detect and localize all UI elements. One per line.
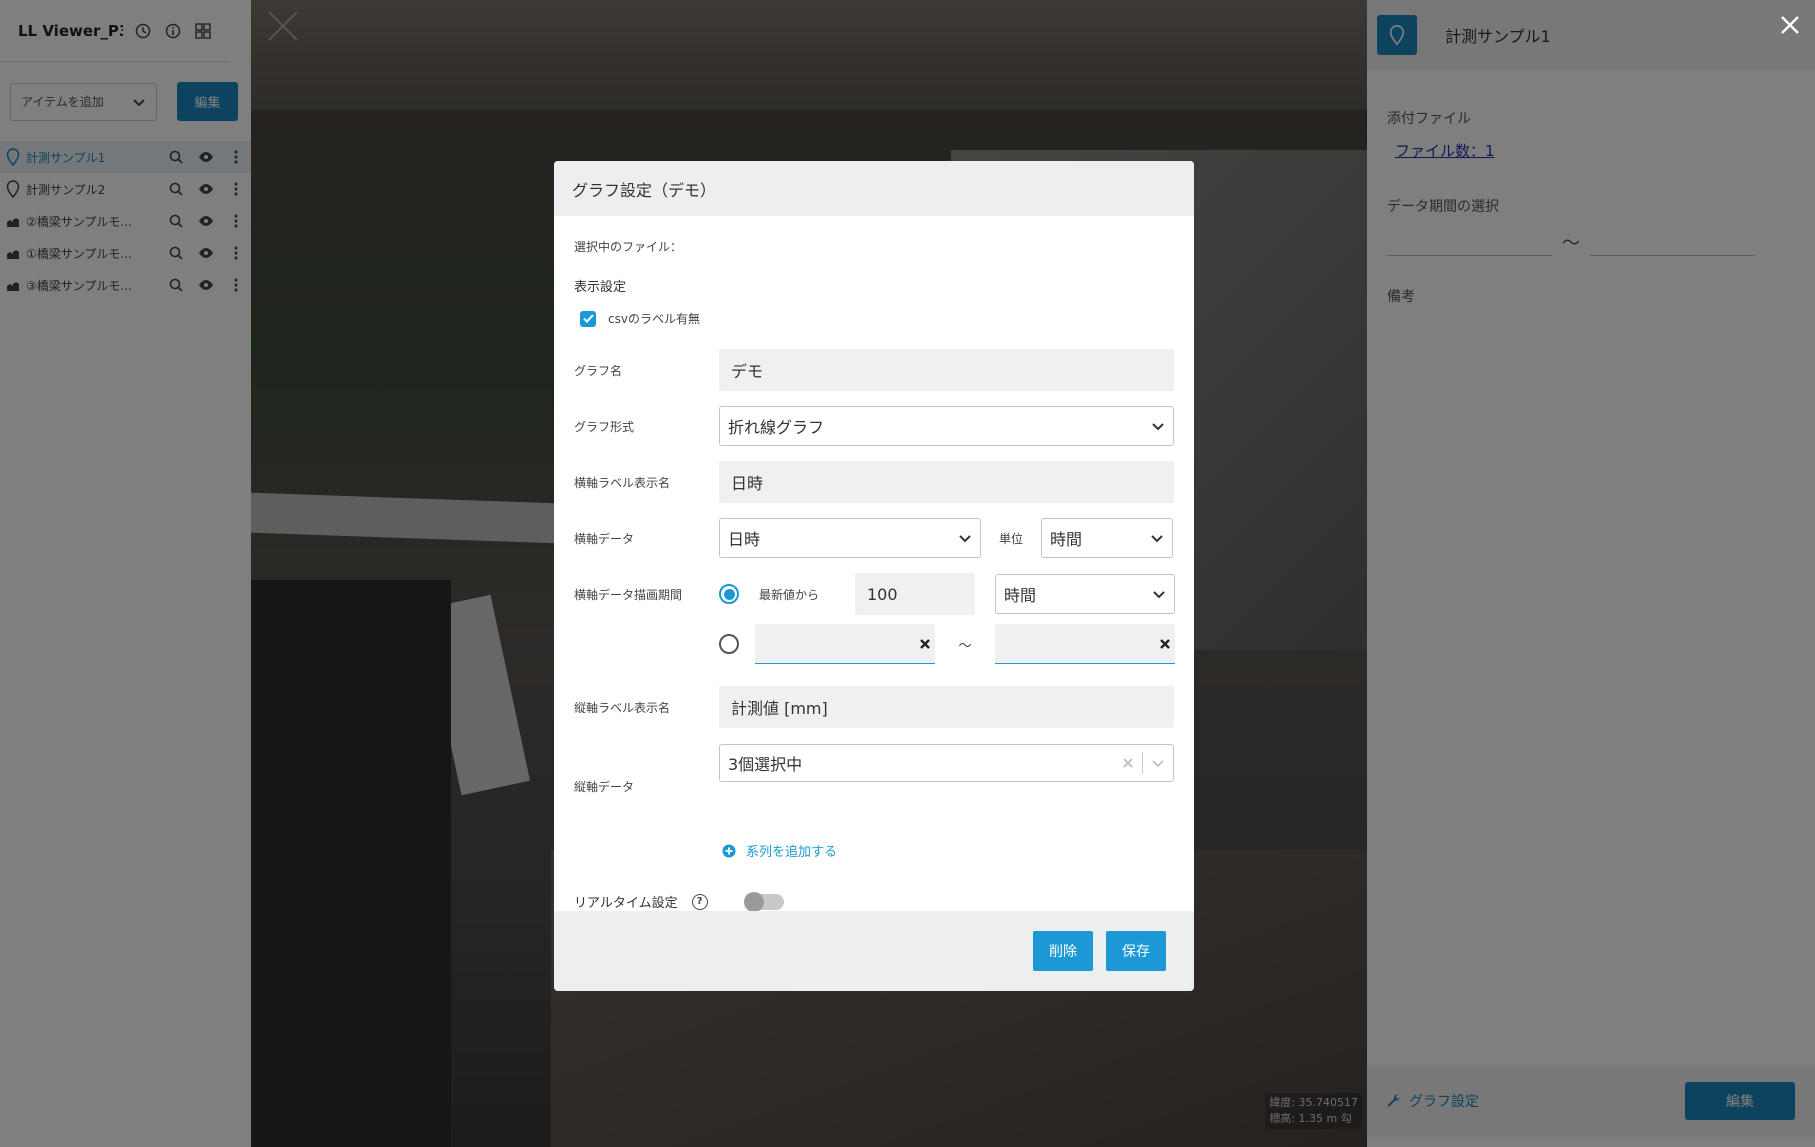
custom-range-row: 〜 bbox=[719, 624, 1175, 664]
csv-label-option[interactable]: csvのラベル有無 bbox=[580, 310, 700, 327]
y-data-row: 縦軸データ 3個選択中 bbox=[574, 744, 1174, 804]
realtime-row: リアルタイム設定 ? bbox=[574, 891, 784, 912]
clear-icon[interactable] bbox=[1159, 638, 1171, 650]
chevron-down-icon bbox=[959, 535, 971, 543]
clear-icon[interactable] bbox=[919, 638, 931, 650]
x-data-row: 横軸データ 日時 単位 時間 bbox=[574, 518, 1173, 558]
unit-value: 時間 bbox=[1050, 530, 1083, 549]
x-label-name-row: 横軸ラベル表示名 日時 bbox=[574, 461, 1174, 503]
add-series-label: 系列を追加する bbox=[746, 845, 838, 860]
x-data-value: 日時 bbox=[728, 530, 761, 549]
dialog-footer: 削除 保存 bbox=[554, 911, 1194, 991]
chevron-down-icon bbox=[1153, 591, 1165, 599]
x-label-name-input[interactable]: 日時 bbox=[719, 461, 1174, 503]
csv-label-text: csvのラベル有無 bbox=[608, 312, 700, 326]
graph-type-label: グラフ形式 bbox=[574, 419, 635, 434]
unit-select[interactable]: 時間 bbox=[1041, 518, 1173, 558]
realtime-toggle[interactable] bbox=[743, 891, 784, 912]
from-latest-radio[interactable] bbox=[719, 584, 739, 604]
select-divider bbox=[1142, 752, 1143, 774]
delete-button[interactable]: 削除 bbox=[1033, 931, 1093, 971]
graph-settings-dialog: グラフ設定（デモ） 選択中のファイル： 表示設定 csvのラベル有無 グラフ名 … bbox=[554, 161, 1194, 991]
custom-range-radio[interactable] bbox=[719, 634, 739, 654]
add-series-link[interactable]: 系列を追加する bbox=[722, 841, 837, 860]
x-range-label: 横軸データ描画期間 bbox=[574, 587, 683, 602]
dialog-title: グラフ設定（デモ） bbox=[554, 161, 1194, 216]
y-label-name-row: 縦軸ラベル表示名 計測値 [mm] bbox=[574, 686, 1174, 728]
x-range-row: 横軸データ描画期間 最新値から 100 時間 bbox=[574, 573, 1175, 615]
y-data-multiselect[interactable]: 3個選択中 bbox=[719, 744, 1174, 782]
close-icon[interactable] bbox=[1779, 14, 1801, 36]
range-separator: 〜 bbox=[958, 638, 972, 654]
y-data-value: 3個選択中 bbox=[728, 755, 803, 774]
graph-type-value: 折れ線グラフ bbox=[728, 418, 825, 437]
x-data-label: 横軸データ bbox=[574, 531, 635, 546]
chevron-down-icon bbox=[1151, 535, 1163, 543]
y-data-label: 縦軸データ bbox=[574, 779, 635, 794]
range-start-input[interactable] bbox=[755, 624, 935, 664]
csv-label-checkbox[interactable] bbox=[580, 310, 596, 327]
range-end-input[interactable] bbox=[995, 624, 1175, 664]
from-latest-unit-select[interactable]: 時間 bbox=[995, 574, 1175, 614]
chevron-down-icon bbox=[1152, 423, 1164, 431]
unit-label: 単位 bbox=[998, 531, 1023, 546]
save-button[interactable]: 保存 bbox=[1106, 931, 1166, 971]
help-icon[interactable]: ? bbox=[691, 893, 708, 910]
realtime-label: リアルタイム設定 bbox=[574, 896, 678, 911]
x-data-select[interactable]: 日時 bbox=[719, 518, 981, 558]
x-label-name-label: 横軸ラベル表示名 bbox=[574, 475, 671, 490]
selected-file-label: 選択中のファイル： bbox=[574, 240, 683, 254]
plus-circle-icon bbox=[722, 844, 736, 857]
chevron-down-icon bbox=[1152, 760, 1164, 768]
y-label-name-input[interactable]: 計測値 [mm] bbox=[719, 686, 1174, 728]
graph-type-select[interactable]: 折れ線グラフ bbox=[719, 406, 1174, 446]
display-settings-label: 表示設定 bbox=[574, 280, 627, 295]
dialog-body: 選択中のファイル： 表示設定 csvのラベル有無 グラフ名 デモ グラフ形式 折… bbox=[554, 216, 1194, 912]
graph-name-input[interactable]: デモ bbox=[719, 349, 1174, 391]
from-latest-label: 最新値から bbox=[759, 587, 820, 602]
clear-icon[interactable] bbox=[1122, 757, 1134, 769]
y-label-name-label: 縦軸ラベル表示名 bbox=[574, 700, 671, 715]
check-icon bbox=[582, 314, 594, 323]
graph-name-row: グラフ名 デモ bbox=[574, 349, 1174, 391]
from-latest-unit-value: 時間 bbox=[1004, 586, 1037, 605]
graph-name-label: グラフ名 bbox=[574, 363, 623, 378]
from-latest-input[interactable]: 100 bbox=[855, 573, 975, 615]
graph-type-row: グラフ形式 折れ線グラフ bbox=[574, 406, 1174, 446]
